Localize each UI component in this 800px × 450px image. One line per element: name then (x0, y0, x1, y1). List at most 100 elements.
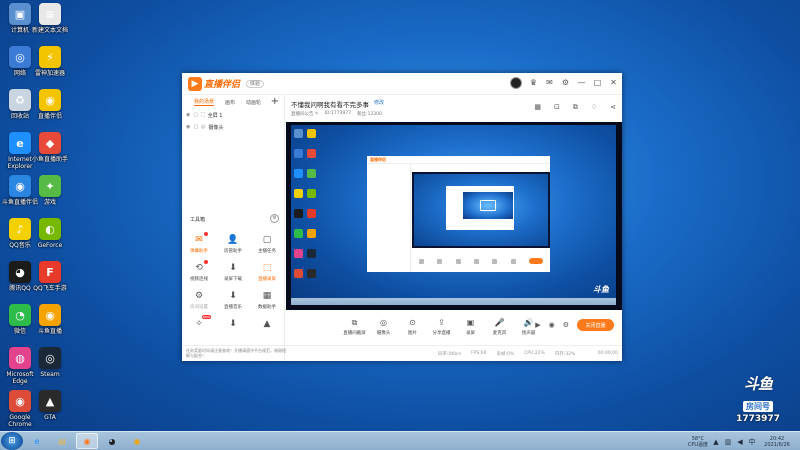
control-button[interactable]: ⇪ 分享直播 (427, 318, 456, 336)
fish-live-desktop-shortcut[interactable]: ◆ 小鱼直播助手 (30, 132, 70, 163)
geforce-desktop-shortcut[interactable]: ◐ GeForce (30, 218, 70, 249)
control-button[interactable]: ⊙ 图片 (398, 318, 427, 336)
eye-icon[interactable]: ◉ (186, 112, 190, 118)
crown-icon[interactable]: ♛ (529, 78, 538, 88)
control-icon: ▣ (466, 318, 475, 327)
stream-title[interactable]: 不懂我问啊我有看不完多事 (291, 99, 369, 109)
tool-item[interactable]: ▲ (250, 318, 284, 332)
tool-item[interactable]: ▢ 主播任务 (250, 234, 284, 254)
preview-inner-window: 直播伴侣 (367, 156, 550, 272)
qq-taskbar-icon[interactable]: ◕ (101, 433, 123, 449)
fish-live-icon: ◆ (39, 132, 61, 154)
title-bar[interactable]: ▶ 直播伴侣 体验 ♛ ✉ ⚙ — □ ✕ (182, 73, 622, 95)
live-duration: 00:00:00 (597, 351, 618, 356)
add-scene-button[interactable]: + (271, 96, 279, 107)
control-button[interactable]: ⧉ 直播间截屏 (340, 318, 369, 336)
input-method-icon[interactable]: 中 (748, 438, 756, 446)
game-desktop-shortcut[interactable]: ✦ 游戏 (30, 175, 70, 206)
preview-desktop-icon (307, 149, 316, 158)
control-button[interactable]: ◎ 摄像头 (369, 318, 398, 336)
network-tray-icon[interactable]: ▥ (724, 438, 732, 446)
close-button[interactable]: ✕ (609, 78, 618, 88)
clock[interactable]: 20:42 2021/6/26 (760, 436, 794, 448)
gta-desktop-shortcut[interactable]: ▲ GTA (30, 390, 70, 421)
screenshot-icon[interactable]: ⧉ (573, 103, 578, 112)
control-icon: ⊙ (409, 318, 416, 327)
tool-item[interactable]: ⚙ 房间设置 (182, 290, 216, 310)
tool-icon: ✧ NEW (195, 315, 211, 329)
tab-canvas[interactable]: 画布 (225, 99, 235, 106)
tool-icon: ▲ (263, 319, 271, 329)
tool-label: 直播录屏 (258, 277, 276, 282)
toolbox-settings-icon[interactable]: ⚙ (270, 214, 279, 223)
tool-item[interactable]: ⬇ (216, 318, 250, 332)
volume-tray-icon[interactable]: ◀ (736, 438, 744, 446)
tool-item[interactable]: 👤 房管助手 (216, 234, 250, 254)
layout-icon[interactable]: ▦ (534, 103, 541, 112)
stat-item: 内存:32% (554, 352, 576, 357)
control-label: 直播间截屏 (343, 331, 366, 336)
minimize-button[interactable]: — (577, 78, 586, 88)
preview-nested-preview (412, 172, 550, 248)
stream-header: 不懂我问啊我有看不完多事 修改 直播间公告 ✎ ID:1773977 粉丝:12… (286, 95, 622, 122)
computer-icon: ▣ (9, 3, 31, 25)
douyu-desktop-shortcut[interactable]: ◉ 斗鱼直播 (30, 304, 70, 335)
tool-item[interactable]: ⬇ 直播音乐 (216, 290, 250, 310)
user-avatar[interactable] (510, 77, 522, 89)
tool-item[interactable]: ▦ 数据助手 (250, 290, 284, 310)
stream-stats: 码率:0Kb/s FPS:60 丢帧:0% CPU:22% 内存:32% (438, 351, 575, 357)
tray-arrow-icon[interactable]: ▲ (712, 438, 720, 446)
preview-desktop-icon (307, 169, 316, 178)
tool-icon: ⟲ (193, 260, 208, 274)
tab-animation[interactable]: 动画轮 (246, 99, 261, 106)
qq-speed-icon: F (39, 261, 61, 283)
steam-desktop-shortcut[interactable]: ◎ Steam (30, 347, 70, 378)
message-icon[interactable]: ✉ (545, 78, 554, 88)
douyu-icon: ◉ (39, 304, 61, 326)
maximize-button[interactable]: □ (593, 78, 602, 88)
control-button[interactable]: 🎤 麦克风 (485, 318, 514, 336)
lock-icon[interactable]: ▢ (193, 124, 198, 130)
qq-speed-desktop-shortcut[interactable]: F QQ飞车手游 (30, 261, 70, 292)
tool-item[interactable]: ⬇ 录屏下载 (216, 262, 250, 282)
stop-live-button[interactable]: 关闭直播 (577, 319, 614, 331)
lock-icon[interactable]: ⊡ (554, 103, 560, 112)
tool-item[interactable]: ⬚ 直播录屏 (250, 262, 284, 282)
desktop-shortcut-label: 雷神加速器 (34, 70, 65, 77)
tool-item[interactable]: ⟲ 视频连线 (182, 260, 216, 282)
text-doc-desktop-shortcut[interactable]: ≡ 新建文本文档 (30, 3, 70, 34)
gear-icon[interactable]: ⚙ (563, 321, 569, 329)
edit-title-link[interactable]: 修改 (374, 99, 384, 106)
tool-label: 视频连线 (190, 277, 208, 282)
version-badge[interactable]: 体验 (246, 79, 265, 88)
scene-item[interactable]: ◉ ▢ ◎ 摄像头 (182, 121, 284, 133)
leishen-desktop-shortcut[interactable]: ⚡ 雷神加速器 (30, 46, 70, 77)
live-companion-desktop-shortcut[interactable]: ◉ 直播伴侣 (30, 89, 70, 120)
video-icon[interactable]: ▶ (535, 321, 540, 329)
eye-icon[interactable]: ◉ (549, 321, 555, 329)
desktop-shortcut-label: 新建文本文档 (31, 27, 68, 34)
ie-taskbar-icon[interactable]: e (26, 433, 48, 449)
live-companion-icon: ◉ (39, 89, 61, 111)
control-button[interactable]: ▣ 录屏 (456, 318, 485, 336)
start-button[interactable]: ⊞ (1, 432, 23, 450)
bell-icon[interactable]: ♢ (591, 103, 597, 112)
lock-icon[interactable]: ▢ (193, 112, 198, 118)
stream-meta: 直播间公告 ✎ ID:1773977 粉丝:12300 (291, 111, 382, 117)
douyu-taskbar-icon[interactable]: ◉ (126, 433, 148, 449)
live-companion-taskbar-icon[interactable]: ◉ (76, 433, 98, 449)
folder-taskbar-icon[interactable]: ▤ (51, 433, 73, 449)
preview-desktop-icon (307, 229, 316, 238)
share-icon[interactable]: ⋖ (610, 103, 616, 112)
tab-scenes[interactable]: 我的场景 (194, 98, 215, 106)
app-logo-icon: ▶ (188, 76, 202, 91)
eye-icon[interactable]: ◉ (186, 124, 190, 130)
stream-preview[interactable]: 斗鱼 直播伴侣 (286, 122, 622, 310)
preview-desktop-icon (307, 209, 316, 218)
tool-item[interactable]: ✉ 弹幕助手 (182, 232, 216, 254)
settings-icon[interactable]: ⚙ (561, 78, 570, 88)
announcement-link[interactable]: 直播间公告 ✎ (291, 111, 319, 117)
tool-item[interactable]: ✧ NEW (182, 315, 216, 332)
scene-item[interactable]: ◉ ▢ ⛶ 全屏 1 (182, 109, 284, 121)
stat-item: 码率:0Kb/s (438, 352, 462, 357)
